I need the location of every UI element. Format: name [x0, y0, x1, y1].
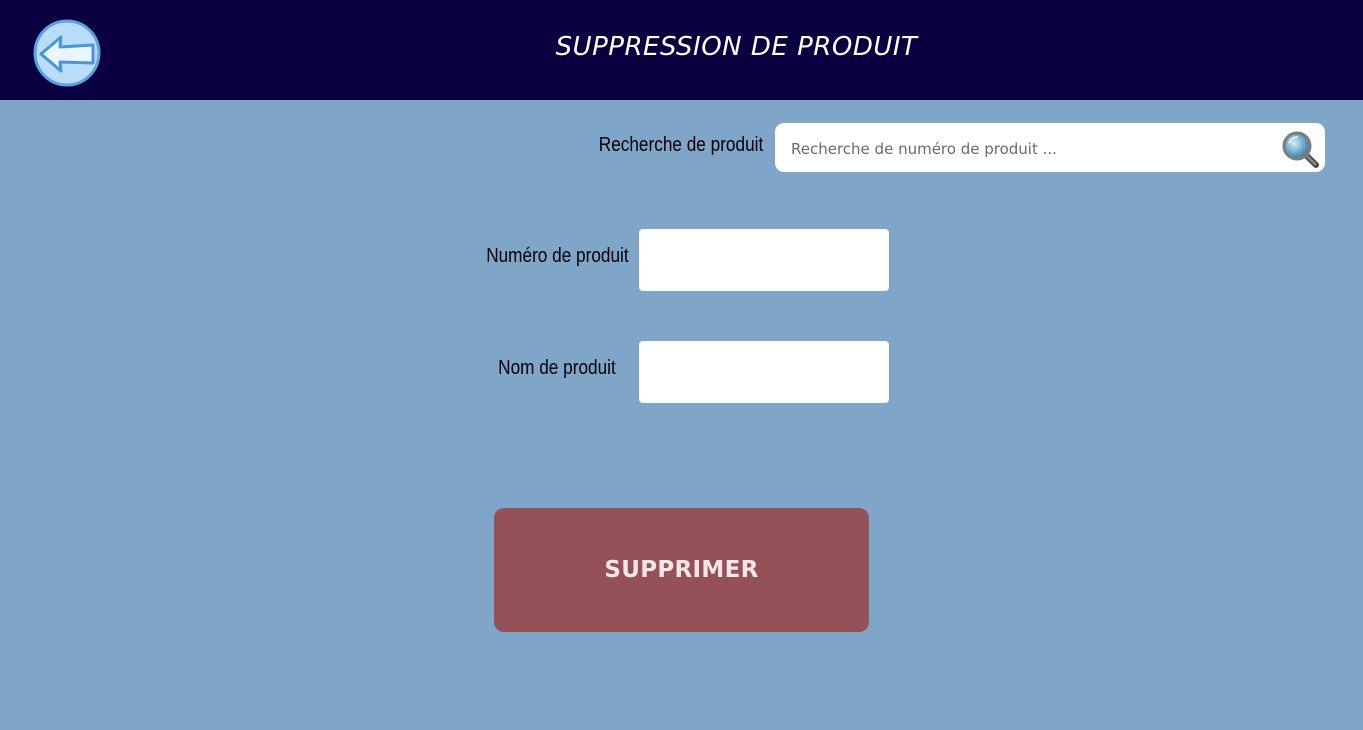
delete-button[interactable]: SUPPRIMER: [494, 508, 869, 632]
magnifier-icon: [1282, 131, 1319, 168]
search-input[interactable]: [789, 123, 1273, 174]
product-number-label: Numéro de produit: [486, 245, 629, 267]
product-number-field[interactable]: [639, 229, 889, 291]
search-label: Recherche de produit: [598, 134, 763, 156]
search-box: [775, 123, 1325, 174]
page-title: SUPPRESSION DE PRODUIT: [555, 32, 918, 62]
product-name-label: Nom de produit: [498, 357, 616, 379]
product-name-field[interactable]: [639, 341, 889, 403]
search-button[interactable]: [1280, 129, 1320, 169]
header-bar: SUPPRESSION DE PRODUIT: [0, 0, 1363, 100]
